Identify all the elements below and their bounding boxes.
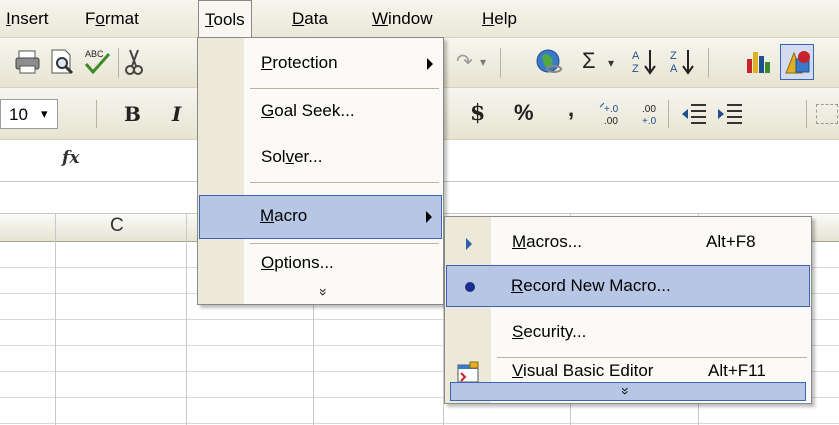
tools-menu: Protection Goal Seek... Solver... Macro … <box>197 37 444 305</box>
menu-item-label: Macro <box>260 206 308 225</box>
sort-descending-icon[interactable]: Z A <box>668 47 698 77</box>
run-macro-icon <box>466 238 472 250</box>
expand-submenu-button[interactable]: » <box>450 382 806 401</box>
italic-button[interactable]: I <box>172 101 181 127</box>
svg-text:Z: Z <box>670 50 677 62</box>
menu-item-goal-seek[interactable]: Goal Seek... <box>199 90 442 134</box>
chart-wizard-icon[interactable] <box>744 47 774 77</box>
menu-item-macro[interactable]: Macro <box>199 195 442 239</box>
toolbar-separator <box>96 100 97 128</box>
autosum-icon[interactable]: Σ <box>582 48 596 74</box>
font-size-value: 10 <box>9 105 28 124</box>
menu-separator <box>250 182 439 183</box>
redo-dropdown-icon[interactable]: ▾ <box>480 49 486 75</box>
menu-tools[interactable]: Tools <box>198 0 252 38</box>
autosum-dropdown-icon[interactable]: ▾ <box>608 50 614 76</box>
menu-insert[interactable]: Insert <box>6 9 49 29</box>
toolbar-separator <box>708 48 709 78</box>
increase-decimal-icon[interactable]: +.0 .00 <box>598 101 628 127</box>
svg-text:+.0: +.0 <box>604 104 619 115</box>
submenu-arrow-icon <box>426 211 432 223</box>
toolbar-separator <box>806 100 807 128</box>
currency-button[interactable]: $ <box>470 100 485 126</box>
menu-item-macros[interactable]: Macros... Alt+F8 <box>446 221 810 265</box>
spelling-icon[interactable]: ABC <box>82 46 112 76</box>
menu-separator <box>250 88 439 89</box>
svg-text:Z: Z <box>632 63 639 75</box>
print-preview-icon[interactable] <box>48 48 76 76</box>
gridline <box>186 214 187 425</box>
svg-text:A: A <box>670 63 678 75</box>
drawing-button[interactable] <box>780 44 814 80</box>
menu-item-shortcut: Alt+F8 <box>706 232 756 251</box>
menu-item-label: Goal Seek... <box>261 101 355 120</box>
menu-item-label: Solver... <box>261 147 323 166</box>
print-icon[interactable] <box>14 49 42 75</box>
menu-data[interactable]: Data <box>292 9 328 29</box>
column-header-c[interactable]: C <box>110 215 124 237</box>
font-size-dropdown-icon[interactable]: ▾ <box>41 106 48 122</box>
menu-format[interactable]: Format <box>85 9 139 29</box>
svg-text:.00: .00 <box>604 116 618 127</box>
menu-help[interactable]: Help <box>482 9 517 29</box>
record-icon <box>465 282 475 292</box>
insert-hyperlink-icon[interactable] <box>534 47 564 77</box>
toolbar-separator <box>668 100 669 128</box>
menu-item-record-new-macro[interactable]: Record New Macro... <box>446 265 810 307</box>
gridline <box>55 214 56 425</box>
toolbar-separator <box>118 48 119 78</box>
comma-style-button[interactable]: , <box>568 96 574 122</box>
redo-icon[interactable]: ↷ <box>456 49 473 75</box>
menu-separator <box>250 243 439 244</box>
macro-submenu: Macros... Alt+F8 Record New Macro... Sec… <box>444 216 812 404</box>
cut-icon[interactable] <box>122 48 146 76</box>
menu-item-options[interactable]: Options... <box>199 245 442 289</box>
toolbar-separator <box>500 48 501 78</box>
menu-item-label: Options... <box>261 253 334 272</box>
svg-text:ABC: ABC <box>85 49 104 59</box>
decrease-indent-icon[interactable] <box>680 102 708 126</box>
insert-function-icon[interactable]: fx <box>62 148 79 168</box>
menu-item-protection[interactable]: Protection <box>199 42 442 86</box>
borders-icon[interactable] <box>816 104 838 124</box>
menu-item-security[interactable]: Security... <box>446 311 810 355</box>
menu-item-label: Record New Macro... <box>511 276 671 295</box>
percent-button[interactable]: % <box>514 100 534 126</box>
menu-bar: Insert Format Tools Data Window Help <box>0 0 839 38</box>
drawing-icon <box>785 51 810 74</box>
menu-item-solver[interactable]: Solver... <box>199 136 442 180</box>
bold-button[interactable]: B <box>124 101 141 127</box>
expand-submenu-icon: » <box>617 387 634 395</box>
submenu-arrow-icon <box>427 58 433 70</box>
menu-item-label: Protection <box>261 53 338 72</box>
menu-item-label: Security... <box>512 322 587 341</box>
font-size-box[interactable]: 10 ▾ <box>0 99 58 129</box>
svg-text:.00: .00 <box>642 104 656 115</box>
menu-insert-label: nsert <box>10 9 49 28</box>
menu-item-label: Visual Basic Editor <box>512 361 654 380</box>
svg-text:+.0: +.0 <box>642 116 657 127</box>
menu-item-label: Macros... <box>512 232 582 251</box>
sort-ascending-icon[interactable]: A Z <box>630 47 660 77</box>
increase-indent-icon[interactable] <box>716 102 744 126</box>
svg-text:A: A <box>632 50 640 62</box>
menu-item-shortcut: Alt+F11 <box>708 361 766 380</box>
expand-menu-icon[interactable]: » <box>316 288 332 296</box>
menu-window[interactable]: Window <box>372 9 432 29</box>
menu-separator <box>497 357 807 358</box>
decrease-decimal-icon[interactable]: .00 +.0 <box>636 101 666 127</box>
